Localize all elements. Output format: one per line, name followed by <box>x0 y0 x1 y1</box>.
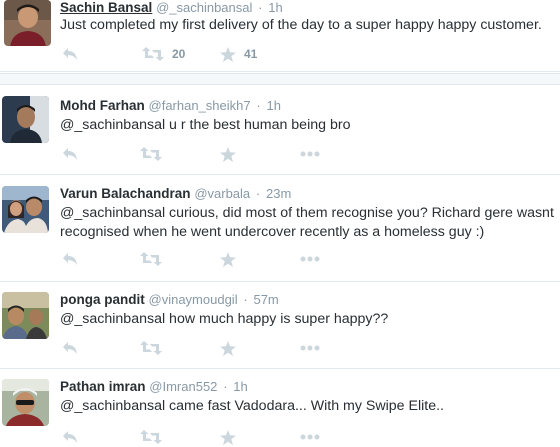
favorite-button[interactable] <box>220 144 236 164</box>
favorite-button[interactable] <box>220 338 236 358</box>
star-icon <box>220 146 236 162</box>
tweet-header: Mohd Farhan @farhan_sheikh7 · 1h <box>60 98 281 113</box>
favorite-button[interactable]: 41 <box>220 44 257 64</box>
more-button[interactable] <box>300 338 320 358</box>
timestamp[interactable]: 1h <box>267 98 281 113</box>
reply-icon <box>63 48 77 60</box>
author-name[interactable]: Mohd Farhan <box>60 98 145 113</box>
more-button[interactable] <box>300 249 320 269</box>
retweet-button[interactable]: 20 <box>142 44 185 64</box>
retweet-button[interactable] <box>140 144 162 164</box>
more-icon <box>300 345 320 351</box>
tweet-text: @_sachinbansal curious, did most of them… <box>60 205 554 240</box>
tweet-text: Just completed my first delivery of the … <box>60 17 542 33</box>
avatar-image <box>4 0 51 46</box>
author-handle[interactable]: @vinaymoudgil <box>149 292 238 307</box>
avatar[interactable] <box>4 0 51 46</box>
reply-icon <box>63 148 77 160</box>
reply-icon <box>63 253 77 265</box>
avatar-image <box>2 292 49 339</box>
tweet-header: Sachin Bansal @_sachinbansal · 1h <box>60 0 283 15</box>
separator-dot: · <box>243 292 248 307</box>
author-handle[interactable]: @_sachinbansal <box>156 0 252 15</box>
separator-dot: · <box>255 186 261 201</box>
more-button[interactable] <box>300 144 320 164</box>
more-icon <box>300 256 320 262</box>
tweet-text: @_sachinbansal how much happy is super h… <box>60 311 389 327</box>
timestamp[interactable]: 1h <box>233 379 247 394</box>
author-name[interactable]: ponga pandit <box>60 292 145 307</box>
reply-button[interactable] <box>62 144 78 164</box>
timestamp[interactable]: 23m <box>266 186 291 201</box>
tweet-header: ponga pandit @vinaymoudgil · 57m <box>60 292 279 307</box>
author-name[interactable]: Sachin Bansal <box>60 0 152 15</box>
avatar[interactable] <box>2 96 49 143</box>
avatar-image <box>2 186 49 233</box>
retweet-count: 20 <box>172 47 186 61</box>
tweet-text: @_sachinbansal u r the best human being … <box>60 117 351 133</box>
avatar-image <box>2 96 49 143</box>
reply-tweet: ponga pandit @vinaymoudgil · 57m @_sachi… <box>0 282 560 368</box>
author-handle[interactable]: @Imran552 <box>149 379 217 394</box>
tweet-header: Varun Balachandran @varbala · 23m <box>60 186 291 201</box>
more-icon <box>300 151 320 157</box>
star-icon <box>220 340 236 356</box>
favorite-button[interactable] <box>220 427 236 447</box>
reply-icon <box>63 431 77 443</box>
favorite-button[interactable] <box>220 249 236 269</box>
reply-tweet: Pathan imran @Imran552 · 1h @_sachinbans… <box>0 369 560 447</box>
timestamp[interactable]: 1h <box>268 0 282 15</box>
author-name[interactable]: Pathan imran <box>60 379 146 394</box>
retweet-icon <box>140 430 162 444</box>
author-name[interactable]: Varun Balachandran <box>60 186 191 201</box>
tweet-main: Sachin Bansal @_sachinbansal · 1h Just c… <box>0 0 560 72</box>
reply-tweet: Varun Balachandran @varbala · 23m @_sach… <box>0 175 560 281</box>
author-handle[interactable]: @farhan_sheikh7 <box>149 98 251 113</box>
avatar[interactable] <box>2 186 49 233</box>
retweet-button[interactable] <box>140 249 162 269</box>
reply-button[interactable] <box>62 249 78 269</box>
more-icon <box>300 434 320 440</box>
favorite-count: 41 <box>244 47 258 61</box>
retweet-icon <box>140 341 162 355</box>
tweet-header: Pathan imran @Imran552 · 1h <box>60 379 248 394</box>
reply-button[interactable] <box>62 44 78 64</box>
separator-dot: · <box>256 98 261 113</box>
author-handle[interactable]: @varbala <box>194 186 250 201</box>
reply-icon <box>63 342 77 354</box>
reply-button[interactable] <box>62 427 78 447</box>
reply-button[interactable] <box>62 338 78 358</box>
star-icon <box>220 251 236 267</box>
star-icon <box>220 46 236 62</box>
timestamp[interactable]: 57m <box>253 292 278 307</box>
retweet-button[interactable] <box>140 427 162 447</box>
separator-dot: · <box>258 0 263 15</box>
retweet-icon <box>140 147 162 161</box>
retweet-button[interactable] <box>140 338 162 358</box>
retweet-icon <box>140 252 162 266</box>
more-button[interactable] <box>300 427 320 447</box>
separator-dot: · <box>223 379 228 394</box>
reply-tweet: Mohd Farhan @farhan_sheikh7 · 1h @_sachi… <box>0 86 560 174</box>
avatar[interactable] <box>2 292 49 339</box>
avatar[interactable] <box>2 379 49 426</box>
retweet-icon <box>142 47 164 61</box>
avatar-image <box>2 379 49 426</box>
star-icon <box>220 429 236 445</box>
tweet-text: @_sachinbansal came fast Vadodara... Wit… <box>60 398 444 414</box>
conversation-divider <box>0 73 560 85</box>
